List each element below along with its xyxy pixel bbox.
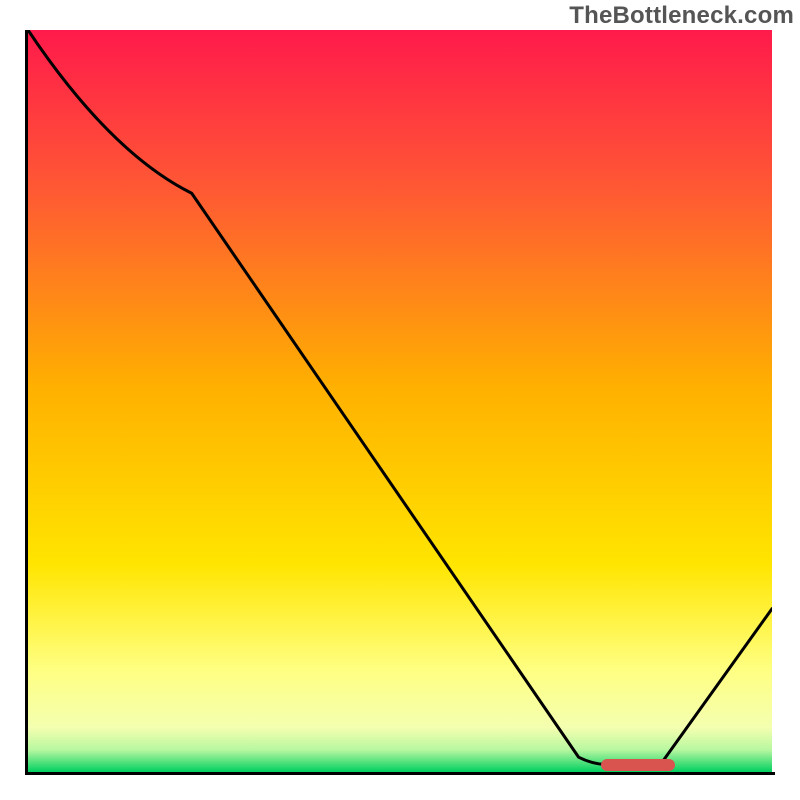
optimal-range-marker [601, 759, 675, 771]
bottleneck-curve [28, 30, 772, 772]
watermark-text: TheBottleneck.com [569, 2, 794, 30]
plot-area [28, 30, 772, 772]
chart-container: TheBottleneck.com [0, 0, 800, 800]
